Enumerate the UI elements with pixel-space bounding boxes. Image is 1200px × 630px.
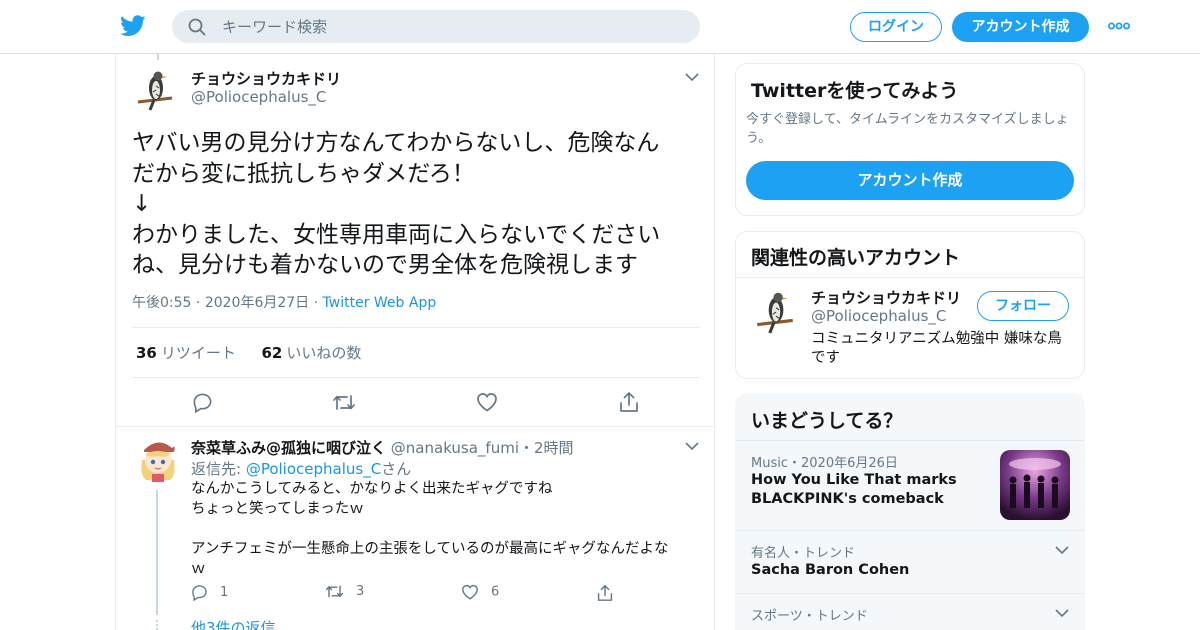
reply-icon[interactable] (192, 392, 213, 413)
reply-time[interactable]: 2時間 (534, 439, 574, 457)
reply-count: 1 (220, 585, 229, 600)
chevron-down-icon[interactable] (685, 73, 699, 82)
reply-author-avatar[interactable] (136, 436, 180, 484)
retweet-count: 3 (356, 584, 365, 599)
separator: · (195, 295, 205, 311)
tweet-author-name[interactable]: チョウショウカキドリ (191, 68, 341, 89)
related-account-handle[interactable]: @Poliocephalus_C (811, 307, 946, 325)
chevron-down-icon[interactable] (1055, 546, 1069, 555)
reply-author-handle[interactable]: @nanakusa_fumi (391, 439, 519, 457)
search-icon (188, 18, 206, 36)
tweet-author-avatar[interactable] (132, 66, 178, 112)
divider (736, 277, 1084, 278)
trends-card: いまどうしてる？ Music・2020年6月26日 How You Like T… (735, 393, 1085, 630)
reply-to-suffix: さん (381, 460, 412, 478)
reply-to-handle-link[interactable]: @Poliocephalus_C (246, 460, 381, 478)
related-account-avatar[interactable] (751, 287, 799, 335)
trend-meta: スポーツ・トレンド (751, 609, 868, 624)
share-icon[interactable] (597, 584, 613, 602)
like-heart-icon[interactable] (476, 392, 498, 412)
reply-action[interactable]: 1 (191, 584, 229, 602)
reply-text-line: なんかこうしてみると、かなりよく出来たギャグですね (191, 481, 553, 497)
retweet-icon[interactable] (332, 393, 356, 412)
login-button[interactable]: ログイン (850, 12, 942, 42)
separator: · (313, 295, 323, 311)
tweet-text: ヤバい男の見分け方なんてわからないし、危険なん だから変に抵抗しちゃダメだろ！ … (132, 128, 692, 281)
tweet-time[interactable]: 午後0:55 (132, 295, 191, 311)
tweet-metadata: 午後0:55 · 2020年6月27日 · Twitter Web App (132, 292, 436, 312)
tweet-text-line: わかりました、女性専用車両に入らないでください (132, 221, 661, 248)
related-accounts-card: 関連性の高いアカウント チョウショウカキドリ @Poliocephalus_C … (735, 231, 1085, 379)
like-action[interactable]: 6 (461, 584, 499, 600)
tweet-stats: 36 リツイート 62 いいねの数 (136, 342, 361, 363)
reply-text-line: アンチフェミが一生懸命上の主張をしているのが最高にギャグなんだよな (191, 541, 669, 557)
tweet-date[interactable]: 2020年6月27日 (205, 295, 309, 311)
signup-button[interactable]: アカウント作成 (952, 12, 1089, 42)
trend-title: How You Like That marks BLACKPINK's come… (751, 472, 957, 507)
follow-button[interactable]: フォロー (977, 291, 1069, 321)
more-replies-link[interactable]: 他3件の返信 (191, 617, 276, 630)
reply-to-line: 返信先: @Poliocephalus_Cさん (191, 458, 411, 479)
trend-meta: 有名人・トレンド (751, 546, 856, 561)
related-account-bio: コミュニタリアニズム勉強中 嫌味な鳥です (811, 331, 1062, 366)
anime-avatar-image (136, 436, 180, 484)
share-icon[interactable] (619, 391, 639, 413)
tweet-text-line: ね、見分けも着かないので男全体を危険視します (132, 252, 638, 278)
retweet-stat[interactable]: 36 リツイート (136, 344, 236, 362)
tweet-text-line: ヤバい男の見分け方なんてわからないし、危険なん (132, 130, 660, 156)
tweet-source-link[interactable]: Twitter Web App (323, 295, 437, 311)
twitter-bird-logo-icon[interactable] (120, 14, 146, 38)
signup-card-description: 今すぐ登録して、タイムラインをカスタマイズしましょう。 (746, 112, 1069, 146)
signup-card-button[interactable]: アカウント作成 (746, 161, 1074, 200)
divider (132, 377, 700, 378)
trend-title: Sacha Baron Cohen (751, 562, 910, 578)
like-count: 6 (491, 584, 500, 600)
divider (132, 327, 700, 328)
divider (736, 440, 1084, 441)
main-timeline: チョウショウカキドリ @Poliocephalus_C ヤバい男の見分け方なんて… (115, 54, 715, 630)
divider (116, 426, 714, 427)
more-options-icon[interactable] (1108, 21, 1130, 31)
retweet-action[interactable]: 3 (325, 584, 364, 599)
chevron-down-icon[interactable] (1055, 609, 1069, 618)
trend-thumbnail-image (1000, 450, 1070, 520)
reply-header: 奈菜草ふみ@孤独に咽び泣く @nanakusa_fumi・2時間 (191, 437, 574, 458)
search-box[interactable] (172, 10, 700, 43)
retweet-icon[interactable] (325, 584, 344, 599)
reply-icon[interactable] (191, 584, 208, 602)
divider (736, 593, 1084, 594)
reply-text-line (191, 519, 701, 539)
share-action[interactable] (597, 584, 625, 602)
like-stat[interactable]: 62 いいねの数 (261, 344, 361, 362)
tweet-text-line: だから変に抵抗しちゃダメだろ！ (132, 160, 475, 187)
reply-to-prefix: 返信先: (191, 460, 246, 478)
like-heart-icon[interactable] (461, 584, 479, 600)
signup-card: Twitterを使ってみよう 今すぐ登録して、タイムラインをカスタマイズしましょ… (735, 63, 1085, 216)
related-account-name[interactable]: チョウショウカキドリ (811, 287, 961, 308)
trends-title: いまどうしてる？ (751, 410, 903, 432)
bird-avatar-image (751, 287, 799, 335)
tweet-author-handle[interactable]: @Poliocephalus_C (191, 88, 326, 106)
thread-more-dots (156, 620, 158, 630)
search-input[interactable] (222, 10, 682, 43)
reply-author-name[interactable]: 奈菜草ふみ@孤独に咽び泣く (191, 439, 386, 457)
bird-avatar-image (132, 66, 178, 112)
trend-meta: Music・2020年6月26日 (751, 456, 898, 471)
tweet-text-line: ↓ (132, 191, 152, 217)
thread-connector-line (157, 54, 159, 60)
reply-text: なんかこうしてみると、かなりよく出来たギャグですね ちょっと笑ってしまったｗ ア… (191, 479, 701, 579)
thread-connector-line (156, 490, 158, 615)
top-navigation-bar: ログイン アカウント作成 (0, 0, 1200, 54)
reply-text-line: ｗ (191, 561, 206, 577)
related-accounts-title: 関連性の高いアカウント (751, 247, 961, 269)
chevron-down-icon[interactable] (685, 442, 699, 451)
signup-card-title: Twitterを使ってみよう (751, 80, 959, 102)
reply-text-line: ちょっと笑ってしまったｗ (191, 501, 364, 517)
separator: ・ (519, 439, 535, 457)
divider (736, 530, 1084, 531)
